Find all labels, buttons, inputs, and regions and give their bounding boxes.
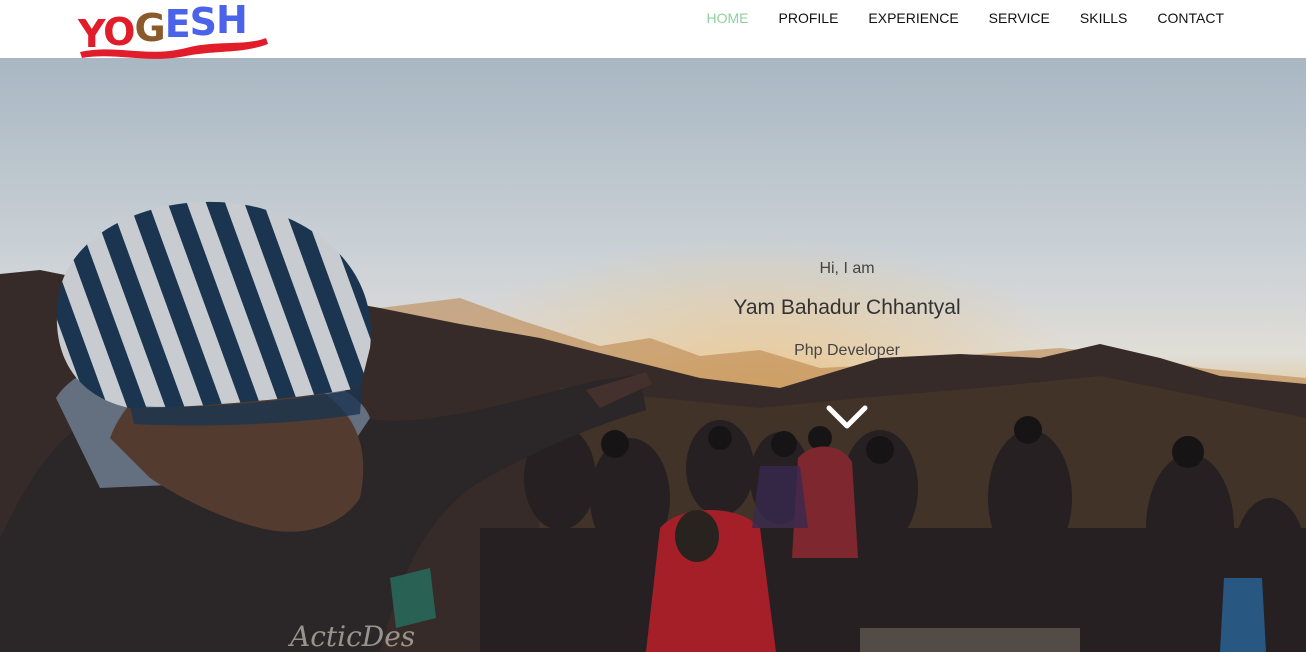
site-logo[interactable]: YOGESH <box>76 0 272 62</box>
logo-letter: O <box>103 10 135 54</box>
main-nav: HOME PROFILE EXPERIENCE SERVICE SKILLS C… <box>677 0 1224 36</box>
logo-letter: Y <box>78 12 104 56</box>
logo-text: YOGESH <box>78 0 248 56</box>
nav-profile[interactable]: PROFILE <box>779 10 839 26</box>
site-header: YOGESH HOME PROFILE EXPERIENCE SERVICE S… <box>0 0 1306 59</box>
nav-contact[interactable]: CONTACT <box>1157 10 1224 26</box>
nav-skills[interactable]: SKILLS <box>1080 10 1127 26</box>
hero-section: ActicDes Hi, I am Yam Bahadur Chhantyal … <box>0 58 1306 652</box>
logo-letter: S <box>189 0 217 44</box>
nav-home[interactable]: HOME <box>707 10 749 26</box>
logo-letter: E <box>164 2 191 46</box>
nav-experience[interactable]: EXPERIENCE <box>868 10 958 26</box>
hero-role: Php Developer <box>794 342 900 359</box>
chevron-down-icon[interactable] <box>826 402 868 432</box>
hero-greeting: Hi, I am <box>819 260 875 277</box>
hero-name: Yam Bahadur Chhantyal <box>733 296 961 319</box>
nav-service[interactable]: SERVICE <box>989 10 1050 26</box>
logo-letter: G <box>134 6 165 50</box>
logo-letter: H <box>216 0 248 42</box>
